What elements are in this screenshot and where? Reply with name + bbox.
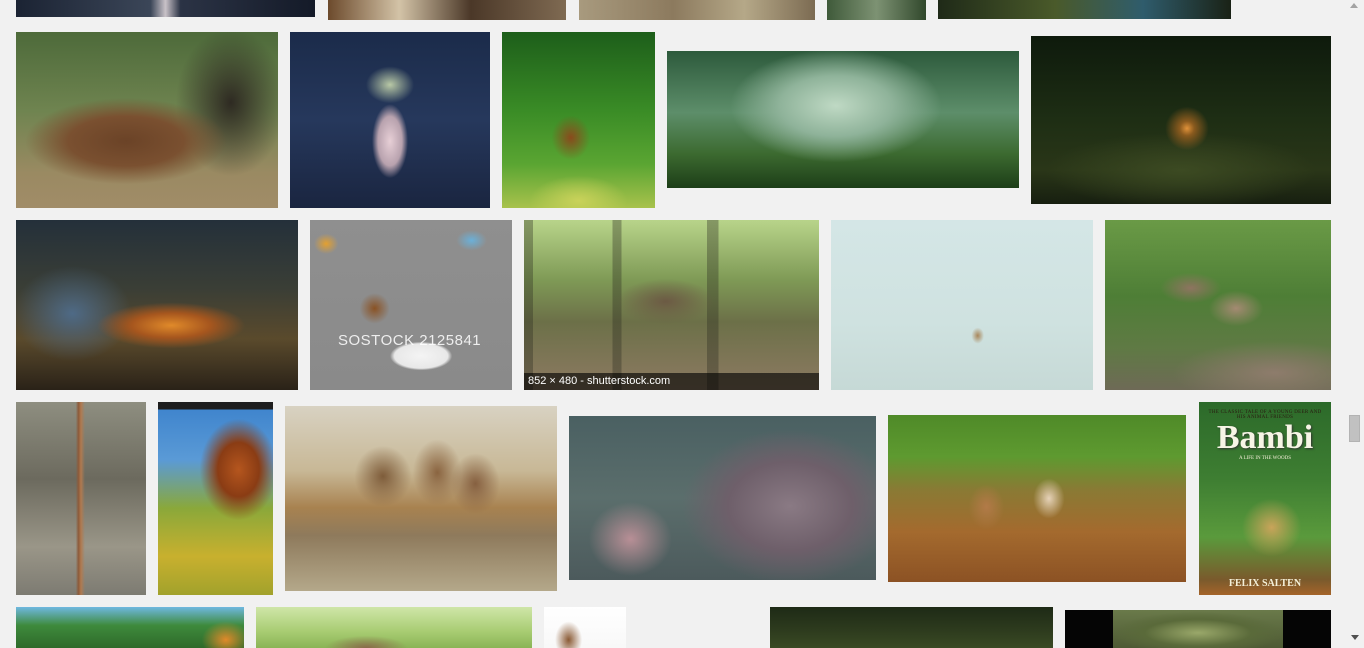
vertical-scrollbar[interactable] xyxy=(1346,0,1364,648)
image-result-deer-misty-field[interactable] xyxy=(831,220,1093,390)
stock-watermark: SOSTOCK 2125841 xyxy=(338,332,482,349)
image-result-deer-dry-grass[interactable] xyxy=(579,0,815,20)
image-result-autumn-phone-wallpaper[interactable] xyxy=(158,402,273,595)
scrollbar-thumb[interactable] xyxy=(1349,415,1360,442)
image-result-anime-boar-god[interactable] xyxy=(569,416,876,580)
image-result-bambi-book-cover[interactable]: THE CLASSIC TALE OF A YOUNG DEER AND HIS… xyxy=(1199,402,1331,595)
book-author: FELIX SALTEN xyxy=(1228,578,1302,589)
image-result-dark-woods[interactable] xyxy=(770,607,1053,648)
image-result-woodland-diorama[interactable] xyxy=(328,0,566,20)
image-result-willow-tree[interactable] xyxy=(1065,610,1331,648)
image-result-misty-waterfall[interactable] xyxy=(667,51,1019,188)
image-result-red-stag[interactable] xyxy=(16,32,278,208)
image-hover-caption: 852 × 480 - shutterstock.com xyxy=(524,373,819,390)
image-result-deer-anatomy-diagram[interactable] xyxy=(544,607,626,648)
image-result-nursery-stock-art[interactable]: SOSTOCK 2125841 xyxy=(310,220,512,390)
image-result-dead-tree-skeleton[interactable] xyxy=(16,402,146,595)
image-result-forest-rocks[interactable] xyxy=(827,0,926,20)
image-result-deer-on-path[interactable] xyxy=(1105,220,1331,390)
book-title-text: Bambi xyxy=(1216,419,1314,456)
image-result-cartoon-jungle-animals[interactable] xyxy=(502,32,655,208)
image-result-forest-spirit[interactable] xyxy=(290,32,490,208)
book-cover-title: THE CLASSIC TALE OF A YOUNG DEER AND HIS… xyxy=(1205,410,1325,461)
image-result-anime-scene[interactable] xyxy=(16,0,315,17)
scroll-down-arrow-icon[interactable] xyxy=(1351,635,1359,640)
book-subtitle: A LIFE IN THE WOODS xyxy=(1238,456,1292,461)
image-results-grid: SOSTOCK 2125841 852 × 480 - shutterstock… xyxy=(0,0,1346,648)
image-result-whitetail-deer-painting[interactable] xyxy=(285,406,557,591)
scroll-up-arrow-icon[interactable] xyxy=(1350,3,1358,8)
image-result-dark-forest-pond[interactable] xyxy=(938,0,1231,19)
image-result-cartoon-hills[interactable] xyxy=(16,607,244,648)
image-result-child-with-fawn[interactable] xyxy=(888,415,1186,582)
image-result-night-forest-deer[interactable] xyxy=(1031,36,1331,204)
image-result-red-deer-forest[interactable]: 852 × 480 - shutterstock.com xyxy=(524,220,819,390)
image-result-cartoon-meadow[interactable] xyxy=(256,607,532,648)
image-result-fantasy-ruins[interactable] xyxy=(16,220,298,390)
